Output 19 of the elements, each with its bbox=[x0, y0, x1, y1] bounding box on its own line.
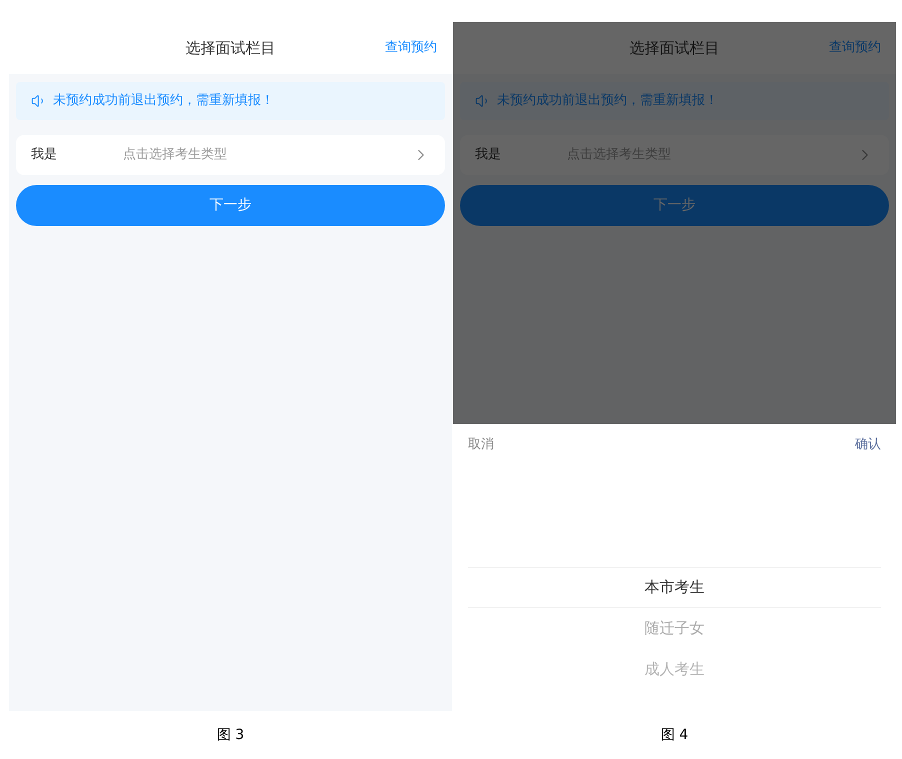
notice-text: 未预约成功前退出预约，需重新填报！ bbox=[53, 92, 274, 110]
query-link[interactable]: 查询预约 bbox=[829, 38, 881, 58]
figure-caption: 图 3 bbox=[216, 726, 244, 744]
field-label: 我是 bbox=[31, 146, 58, 164]
page-title: 选择面试栏目 bbox=[186, 38, 276, 59]
query-link[interactable]: 查询预约 bbox=[385, 38, 437, 58]
field-label: 我是 bbox=[475, 146, 502, 164]
picker-option[interactable]: 随迁子女 bbox=[468, 608, 881, 649]
field-placeholder: 点击选择考生类型 bbox=[123, 146, 228, 164]
next-button[interactable]: 下一步 bbox=[16, 185, 445, 226]
figure-caption: 图 4 bbox=[660, 726, 688, 744]
notice-text: 未预约成功前退出预约，需重新填报！ bbox=[497, 92, 718, 110]
page-title: 选择面试栏目 bbox=[630, 38, 720, 59]
next-button[interactable]: 下一步 bbox=[460, 185, 889, 226]
select-field[interactable]: 我是 点击选择考生类型 bbox=[16, 135, 445, 175]
picker-option[interactable]: 成人考生 bbox=[468, 649, 881, 690]
picker-option[interactable]: 本市考生 bbox=[468, 567, 881, 608]
cancel-button[interactable]: 取消 bbox=[468, 434, 494, 454]
confirm-button[interactable]: 确认 bbox=[855, 434, 881, 454]
